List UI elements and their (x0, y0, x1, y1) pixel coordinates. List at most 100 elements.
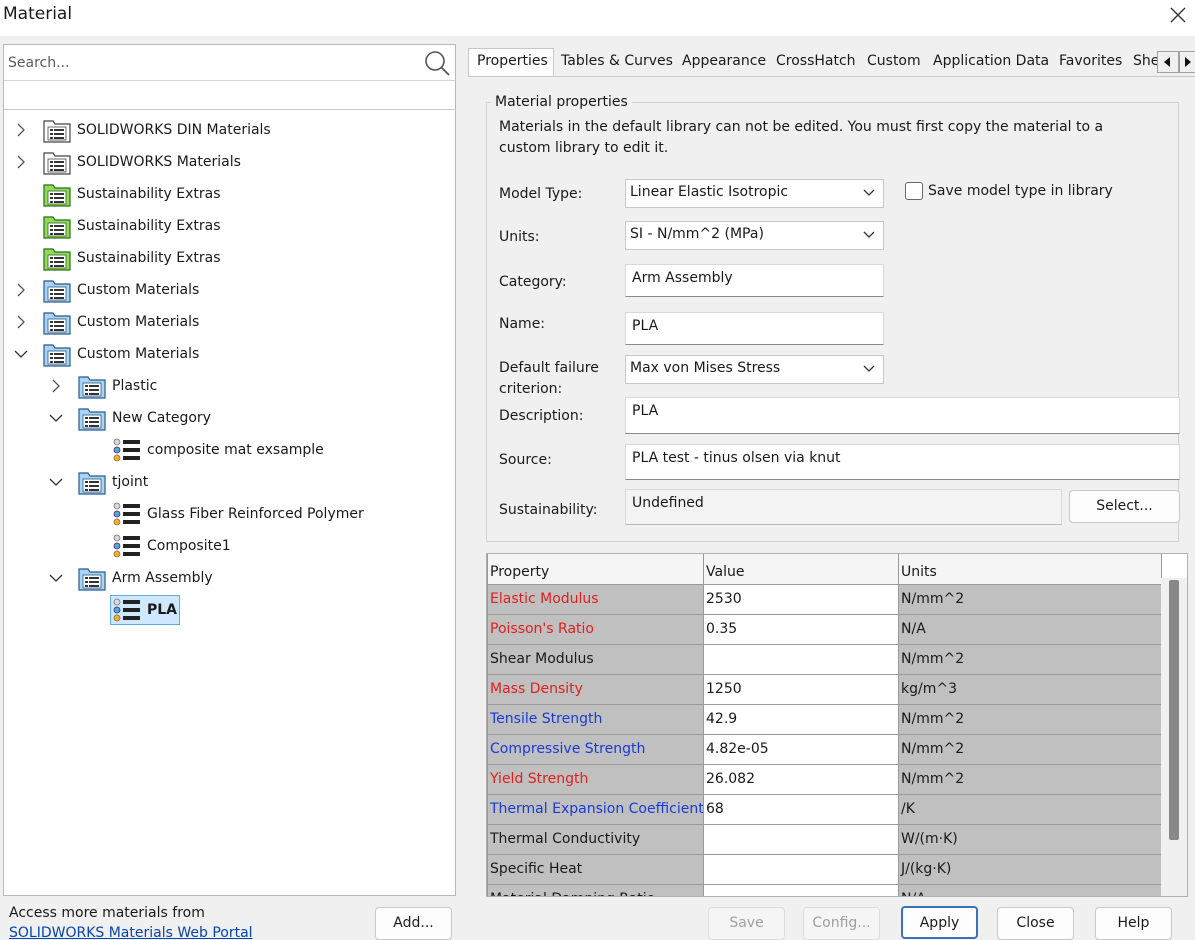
property-units-cell: N/A (898, 883, 1162, 896)
chevron-down-icon[interactable] (48, 570, 64, 586)
chevron-right-icon[interactable] (13, 122, 29, 138)
tree-item-material[interactable]: Composite1 (83, 531, 231, 561)
expander-placeholder (13, 250, 29, 266)
property-name-cell: Specific Heat (487, 853, 704, 885)
property-value-cell[interactable]: 42.9 (703, 703, 899, 735)
property-value-cell[interactable]: 26.082 (703, 763, 899, 795)
category-field[interactable]: Arm Assembly (625, 264, 884, 297)
name-label: Name: (499, 316, 546, 332)
tree-item-material[interactable]: composite mat exsample (83, 435, 324, 465)
source-field[interactable]: PLA test - tinus olsen via knut (625, 444, 1180, 480)
tab-crosshatch[interactable]: CrossHatch (776, 51, 856, 76)
tree-item-category[interactable]: New Category (48, 403, 211, 433)
tree-item-library[interactable]: Custom Materials (13, 339, 199, 369)
property-value-cell[interactable]: 1250 (703, 673, 899, 705)
property-value-cell[interactable] (703, 643, 899, 675)
tab-sheet-metal[interactable]: She (1133, 51, 1157, 76)
chevron-down-icon[interactable] (48, 410, 64, 426)
expander-placeholder (13, 186, 29, 202)
chevron-right-icon[interactable] (13, 154, 29, 170)
tab-favorites[interactable]: Favorites (1059, 51, 1122, 76)
description-field[interactable]: PLA (625, 397, 1180, 434)
units-select[interactable]: SI - N/mm^2 (MPa) (625, 221, 884, 250)
expander-placeholder (83, 442, 99, 458)
table-row: Yield Strength 26.082 N/mm^2 (487, 763, 1162, 795)
library-folder-icon (43, 341, 71, 367)
tree-item-category[interactable]: tjoint (48, 467, 148, 497)
search-input[interactable] (8, 51, 408, 75)
config-button[interactable]: Config... (803, 907, 880, 940)
web-portal-link[interactable]: SOLIDWORKS Materials Web Portal (9, 925, 253, 940)
material-icon (113, 501, 141, 527)
save-button[interactable]: Save (708, 907, 785, 940)
select-sustainability-button[interactable]: Select... (1069, 490, 1180, 523)
property-units-cell: J/(kg·K) (898, 853, 1162, 885)
material-icon (113, 533, 141, 559)
apply-button[interactable]: Apply (901, 906, 978, 939)
table-row: Elastic Modulus 2530 N/mm^2 (487, 583, 1162, 615)
scrollbar-thumb[interactable] (1169, 580, 1179, 840)
tree-item-library[interactable]: Sustainability Extras (13, 179, 221, 209)
tab-scroll-left-button[interactable] (1157, 51, 1179, 73)
property-value-cell[interactable]: 68 (703, 793, 899, 825)
tab-application-data[interactable]: Application Data (933, 51, 1049, 76)
tab-label: CrossHatch (776, 53, 856, 69)
library-folder-icon (43, 117, 71, 143)
library-folder-icon (43, 309, 71, 335)
tree-item-category[interactable]: Plastic (48, 371, 157, 401)
chevron-right-icon[interactable] (13, 314, 29, 330)
chevron-right-icon[interactable] (48, 378, 64, 394)
table-row: Material Damping Ratio N/A (487, 883, 1162, 896)
tree-item-category[interactable]: Arm Assembly (48, 563, 213, 593)
tab-properties[interactable]: Properties (468, 48, 554, 78)
chevron-down-icon (863, 231, 875, 238)
tab-label: Tables & Curves (561, 53, 673, 69)
property-value-cell[interactable]: 4.82e-05 (703, 733, 899, 765)
tree-item-label: Custom Materials (77, 314, 200, 330)
tree-item-library[interactable]: Sustainability Extras (13, 211, 221, 241)
property-value-cell[interactable]: 0.35 (703, 613, 899, 645)
tree-item-label: Glass Fiber Reinforced Polymer (147, 506, 364, 522)
property-value-cell[interactable] (703, 883, 899, 896)
help-button[interactable]: Help (1095, 907, 1172, 940)
tab-scroll-right-button[interactable] (1179, 51, 1195, 73)
tab-tables-curves[interactable]: Tables & Curves (561, 51, 673, 76)
properties-panel: Material properties Materials in the def… (468, 76, 1195, 897)
tree-item-material[interactable]: Glass Fiber Reinforced Polymer (83, 499, 364, 529)
tree-item-library[interactable]: Custom Materials (13, 307, 199, 337)
save-model-type-checkbox[interactable] (905, 182, 923, 200)
name-field[interactable]: PLA (625, 312, 884, 345)
chevron-down-icon[interactable] (13, 346, 29, 362)
sustainability-label: Sustainability: (499, 502, 598, 518)
category-label: Category: (499, 274, 567, 290)
tab-label: She (1133, 53, 1157, 69)
property-value-cell[interactable] (703, 853, 899, 885)
tree-item-library[interactable]: Sustainability Extras (13, 243, 221, 273)
chevron-right-icon[interactable] (13, 282, 29, 298)
tree-item-library[interactable]: SOLIDWORKS Materials (13, 147, 241, 177)
property-value-cell[interactable] (703, 823, 899, 855)
units-label: Units: (499, 229, 540, 245)
add-button[interactable]: Add... (375, 907, 452, 940)
close-button[interactable]: Close (997, 907, 1074, 940)
property-units-cell: N/mm^2 (898, 733, 1162, 765)
property-units-cell: N/mm^2 (898, 763, 1162, 795)
table-header-row: Property Value Units (487, 554, 1162, 585)
tab-appearance[interactable]: Appearance (682, 51, 766, 76)
tree-item-library[interactable]: SOLIDWORKS DIN Materials (13, 115, 271, 145)
property-value-cell[interactable]: 2530 (703, 583, 899, 615)
table-scrollbar[interactable] (1161, 578, 1187, 896)
tree-item-material[interactable]: PLA (110, 595, 181, 625)
column-header-property: Property (487, 554, 704, 585)
search-icon[interactable] (423, 49, 451, 77)
failure-criterion-select[interactable]: Max von Mises Stress (625, 355, 884, 384)
property-name-cell: Shear Modulus (487, 643, 704, 675)
model-type-select[interactable]: Linear Elastic Isotropic (625, 179, 884, 208)
close-icon[interactable] (1165, 2, 1191, 28)
tab-custom[interactable]: Custom (867, 51, 921, 76)
property-name-cell: Compressive Strength (487, 733, 704, 765)
model-type-label: Model Type: (499, 186, 583, 202)
property-units-cell: W/(m·K) (898, 823, 1162, 855)
chevron-down-icon[interactable] (48, 474, 64, 490)
tree-item-library[interactable]: Custom Materials (13, 275, 199, 305)
